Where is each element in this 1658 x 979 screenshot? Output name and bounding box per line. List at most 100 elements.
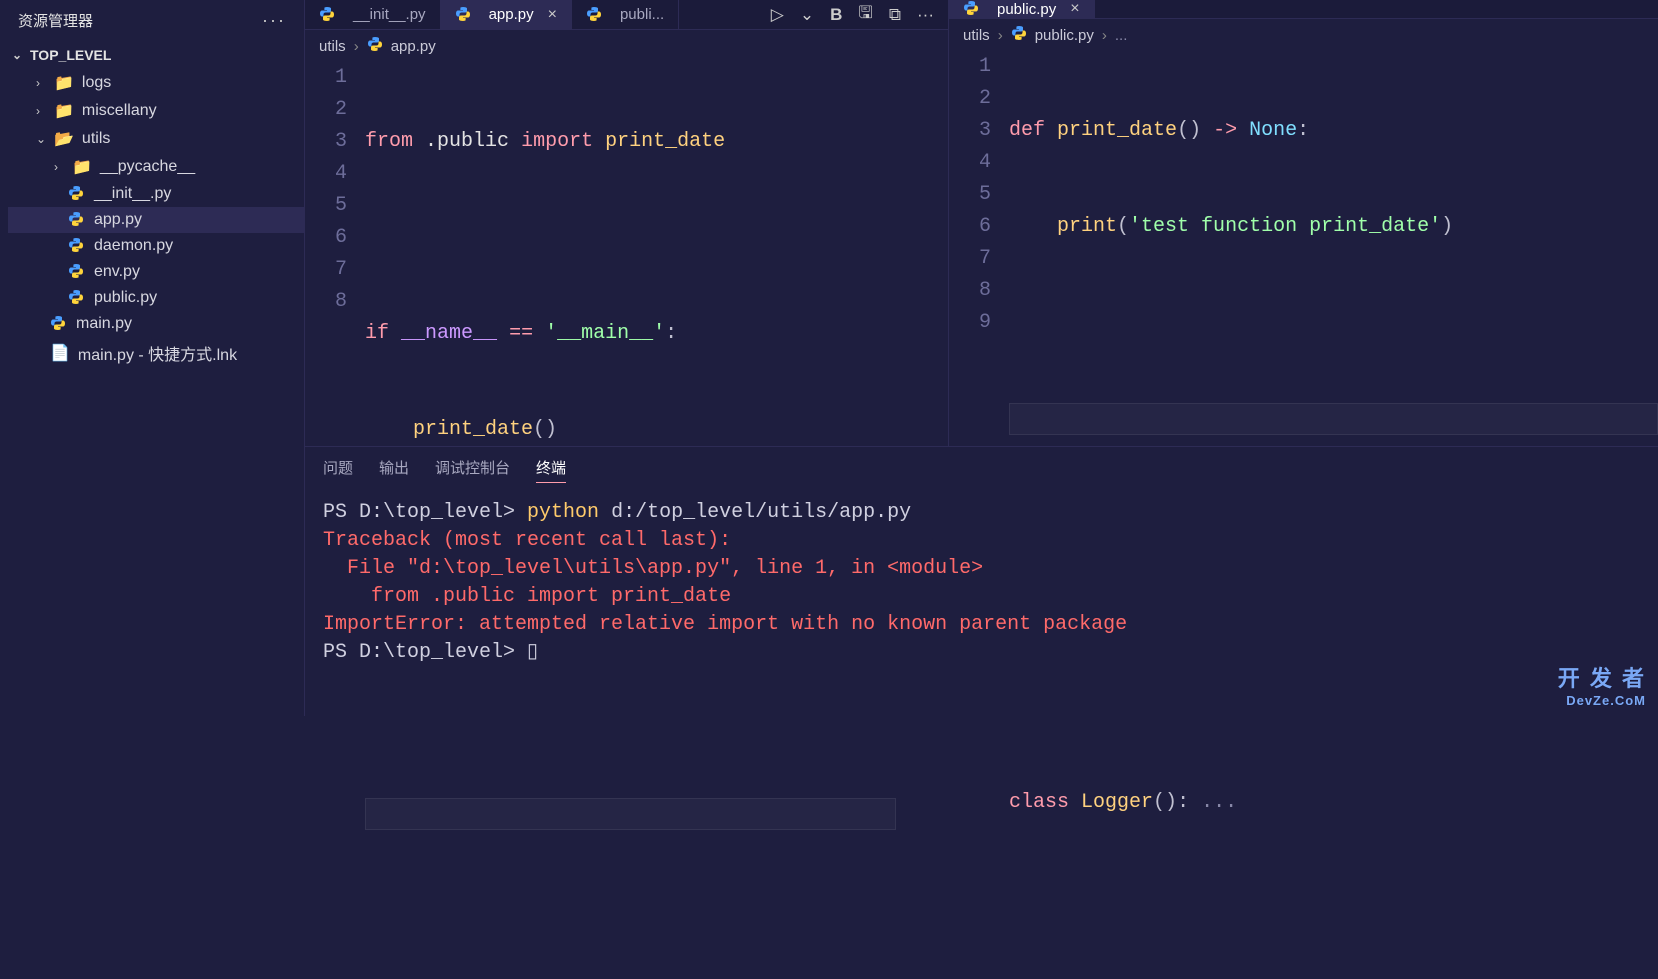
python-file-icon bbox=[68, 289, 86, 307]
breadcrumb-file[interactable]: public.py bbox=[1035, 27, 1094, 44]
editor-area: __init__.py app.py × publi... ▷ ⌄ B 🖫 ⧉ ···… bbox=[305, 0, 1658, 446]
editor-tab[interactable]: public.py × bbox=[949, 0, 1095, 18]
python-file-icon bbox=[68, 185, 86, 203]
explorer-header: 资源管理器 ··· bbox=[0, 0, 304, 41]
run-dropdown-icon[interactable]: ⌄ bbox=[800, 5, 814, 25]
folder-open-icon: 📂 bbox=[54, 129, 74, 149]
file-item[interactable]: 📄main.py - 快捷方式.lnk bbox=[8, 337, 304, 369]
file-item[interactable]: public.py bbox=[8, 285, 304, 311]
folder-item[interactable]: › 📁 __pycache__ bbox=[8, 153, 304, 181]
breadcrumb-folder[interactable]: utils bbox=[319, 38, 346, 55]
line-number: 2 bbox=[305, 94, 347, 126]
tab-actions: ▷ ⌄ B 🖫 ⧉ ··· bbox=[757, 0, 948, 29]
save-icon[interactable]: 🖫 bbox=[858, 0, 872, 29]
line-number: 6 bbox=[949, 211, 991, 243]
folder-item[interactable]: ⌄📂utils bbox=[8, 125, 304, 153]
tab-label: __init__.py bbox=[353, 6, 426, 23]
main-area: __init__.py app.py × publi... ▷ ⌄ B 🖫 ⧉ ···… bbox=[305, 0, 1658, 716]
tab-bar-2: public.py × bbox=[949, 0, 1658, 19]
breadcrumb-folder[interactable]: utils bbox=[963, 27, 990, 44]
python-file-icon bbox=[68, 211, 86, 229]
line-number: 2 bbox=[949, 83, 991, 115]
tab-label: app.py bbox=[489, 6, 534, 23]
bottom-panel: 问题 输出 调试控制台 终端 PS D:\top_level> python d… bbox=[305, 446, 1658, 716]
chevron-right-icon: › bbox=[354, 38, 359, 55]
watermark: 开 发 者 DevZe.CoM bbox=[1558, 661, 1646, 708]
chevron-right-icon: › bbox=[1102, 27, 1107, 44]
line-number: 4 bbox=[949, 147, 991, 179]
folder-item[interactable]: › 📁 miscellany bbox=[8, 97, 304, 125]
line-number: 5 bbox=[305, 190, 347, 222]
panel-tabs: 问题 输出 调试控制台 终端 bbox=[305, 447, 1658, 493]
editor-group-2: public.py× utils › public.py › ... 12345… bbox=[948, 0, 1658, 446]
folder-icon: 📁 bbox=[72, 157, 92, 177]
line-number: 4 bbox=[305, 158, 347, 190]
run-icon[interactable]: ▷ bbox=[771, 5, 784, 25]
line-number: 3 bbox=[305, 126, 347, 158]
file-item[interactable]: main.py bbox=[8, 311, 304, 337]
file-tree: ›📁logs›📁miscellany⌄📂utils›📁__pycache____… bbox=[0, 69, 304, 369]
panel-tab-debug[interactable]: 调试控制台 bbox=[435, 457, 510, 483]
editor-tab[interactable]: publi... bbox=[572, 0, 679, 29]
file-item[interactable]: env.py bbox=[8, 259, 304, 285]
section-label: TOP_LEVEL bbox=[30, 47, 111, 63]
folder-icon: 📁 bbox=[54, 101, 74, 121]
tab-bar-1: __init__.py app.py × publi... ▷ ⌄ B 🖫 ⧉ ··· bbox=[305, 0, 948, 30]
tree-item-label: miscellany bbox=[82, 102, 157, 120]
tree-item-label: main.py - 快捷方式.lnk bbox=[78, 341, 237, 365]
tree-item-label: __init__.py bbox=[94, 185, 171, 203]
python-file-icon bbox=[586, 6, 604, 24]
line-number: 6 bbox=[305, 222, 347, 254]
editor-tab[interactable]: __init__.py bbox=[305, 0, 441, 29]
breadcrumb-2[interactable]: utils › public.py › ... bbox=[949, 19, 1658, 51]
breadcrumb-tail[interactable]: ... bbox=[1115, 27, 1128, 44]
close-icon[interactable]: × bbox=[1070, 0, 1079, 18]
chevron-icon: ⌄ bbox=[36, 132, 50, 146]
file-item[interactable]: __init__.py bbox=[8, 181, 304, 207]
breadcrumb-1[interactable]: utils › app.py bbox=[305, 30, 948, 62]
explorer-section[interactable]: ⌄ TOP_LEVEL bbox=[0, 41, 304, 69]
panel-tab-problems[interactable]: 问题 bbox=[323, 457, 353, 483]
python-file-icon bbox=[367, 36, 383, 56]
breadcrumb-file[interactable]: app.py bbox=[391, 38, 436, 55]
explorer-sidebar: 资源管理器 ··· ⌄ TOP_LEVEL ›📁logs›📁miscellany… bbox=[0, 0, 305, 716]
chevron-icon: › bbox=[54, 160, 68, 174]
tree-item-label: public.py bbox=[94, 289, 157, 307]
explorer-more-icon[interactable]: ··· bbox=[262, 10, 286, 31]
tree-item-label: main.py bbox=[76, 315, 132, 333]
split-editor-icon[interactable]: ⧉ bbox=[889, 5, 901, 25]
python-file-icon bbox=[50, 315, 68, 333]
python-file-icon bbox=[963, 0, 981, 18]
editor-tab[interactable]: app.py × bbox=[441, 0, 572, 29]
line-number: 7 bbox=[949, 243, 991, 275]
line-number: 9 bbox=[949, 307, 991, 339]
tab-label: public.py bbox=[997, 1, 1056, 18]
chevron-icon: › bbox=[36, 76, 50, 90]
python-file-icon bbox=[455, 6, 473, 24]
python-file-icon bbox=[68, 263, 86, 281]
panel-tab-terminal[interactable]: 终端 bbox=[536, 457, 566, 483]
python-file-icon bbox=[319, 6, 337, 24]
file-item[interactable]: daemon.py bbox=[8, 233, 304, 259]
editor-group-1: __init__.py app.py × publi... ▷ ⌄ B 🖫 ⧉ ···… bbox=[305, 0, 948, 446]
explorer-title: 资源管理器 bbox=[18, 10, 93, 31]
tree-item-label: app.py bbox=[94, 211, 142, 229]
close-icon[interactable]: × bbox=[548, 6, 557, 24]
line-number: 1 bbox=[949, 51, 991, 83]
more-icon[interactable]: ··· bbox=[917, 5, 934, 25]
terminal[interactable]: PS D:\top_level> python d:/top_level/uti… bbox=[305, 493, 1658, 716]
bold-icon[interactable]: B bbox=[830, 5, 842, 25]
line-number: 3 bbox=[949, 115, 991, 147]
tree-item-label: env.py bbox=[94, 263, 140, 281]
line-number: 7 bbox=[305, 254, 347, 286]
python-file-icon bbox=[68, 237, 86, 255]
line-number: 8 bbox=[305, 286, 347, 318]
line-number: 8 bbox=[949, 275, 991, 307]
file-item[interactable]: app.py bbox=[8, 207, 304, 233]
folder-item[interactable]: ›📁logs bbox=[8, 69, 304, 97]
chevron-icon: › bbox=[36, 104, 50, 118]
tab-label: publi... bbox=[620, 6, 664, 23]
tree-item-label: __pycache__ bbox=[100, 158, 195, 176]
chevron-right-icon: › bbox=[998, 27, 1003, 44]
panel-tab-output[interactable]: 输出 bbox=[379, 457, 409, 483]
